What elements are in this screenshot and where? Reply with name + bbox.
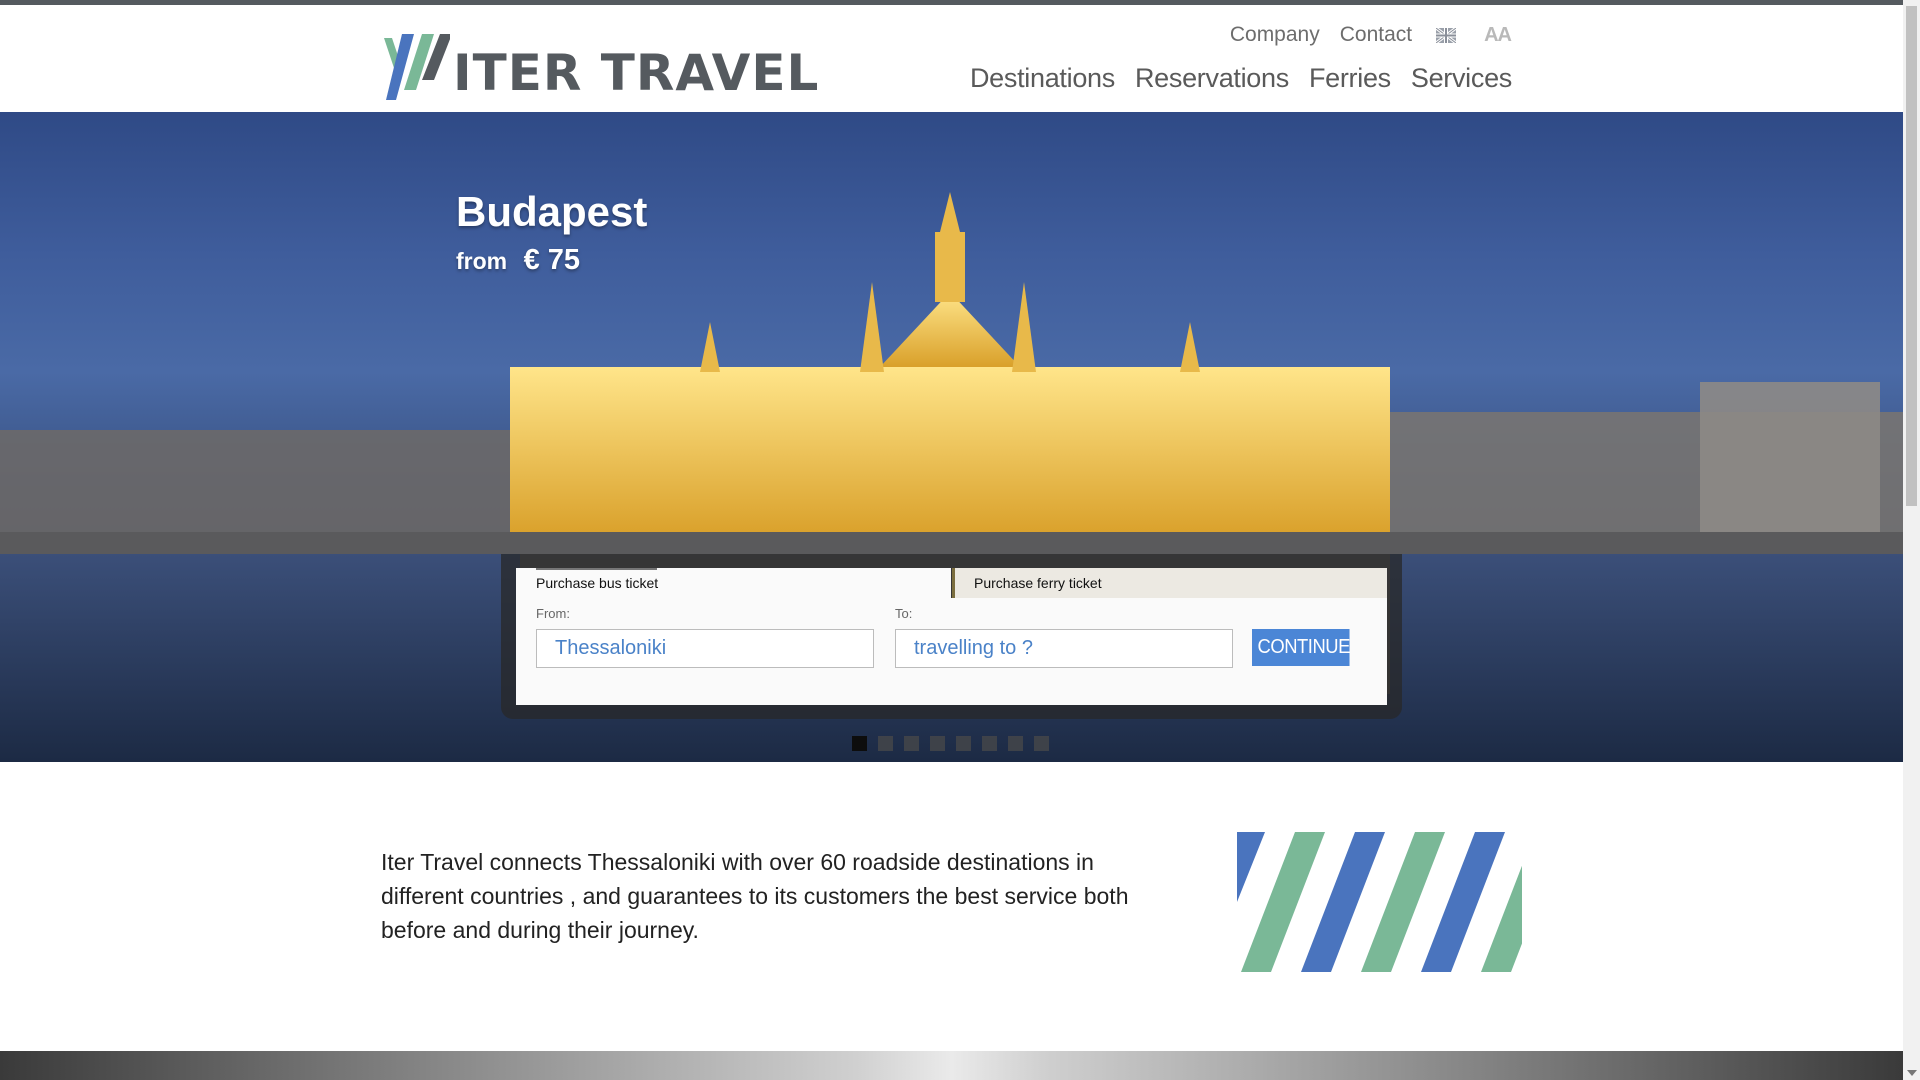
tab-ferry-ticket[interactable]: Purchase ferry ticket — [952, 568, 1387, 598]
carousel-dot[interactable] — [878, 736, 893, 751]
to-label: To: — [895, 606, 913, 621]
carousel-dot[interactable] — [904, 736, 919, 751]
contact-link[interactable]: Contact — [1340, 23, 1412, 47]
tab-ferry-label: Purchase ferry ticket — [974, 575, 1102, 591]
tab-bus-ticket[interactable]: Purchase bus ticket — [516, 568, 951, 598]
carousel-dots — [852, 736, 1060, 751]
logo-text: ITER TRAVEL — [453, 44, 820, 102]
hero-title: Budapest — [456, 188, 648, 235]
nav-destinations[interactable]: Destinations — [970, 63, 1115, 94]
hero-slider: Budapest from € 75 Purchase bus ticket P… — [0, 112, 1903, 762]
utility-nav: Company Contact AA — [1210, 23, 1512, 47]
price-amount: € 75 — [523, 244, 581, 276]
scroll-down-icon[interactable] — [1907, 1070, 1917, 1076]
from-field[interactable] — [536, 629, 874, 668]
nav-ferries[interactable]: Ferries — [1309, 63, 1391, 94]
nav-reservations[interactable]: Reservations — [1135, 63, 1289, 94]
intro-text: Iter Travel connects Thessaloniki with o… — [381, 849, 1129, 943]
scrollbar-thumb[interactable] — [1906, 6, 1917, 506]
carousel-dot[interactable] — [956, 736, 971, 751]
continue-button[interactable]: CONTINUE — [1252, 629, 1350, 666]
hero-price: from € 75 — [456, 244, 580, 277]
site-logo[interactable]: ITER TRAVEL — [380, 30, 818, 105]
booking-form: From: To: CONTINUE — [516, 598, 1387, 705]
carousel-dot[interactable] — [1034, 736, 1049, 751]
brand-stripes-graphic — [1237, 832, 1522, 972]
tab-bus-label: Purchase bus ticket — [536, 575, 659, 591]
from-label: From: — [536, 606, 570, 621]
site-header: ITER TRAVEL Company Contact AA Destinati… — [0, 5, 1903, 113]
scrollbar[interactable] — [1903, 0, 1920, 1080]
uk-flag-icon[interactable] — [1435, 26, 1458, 44]
carousel-dot[interactable] — [982, 736, 997, 751]
price-from-label: from — [456, 248, 508, 274]
to-field[interactable] — [895, 629, 1233, 668]
booking-widget: Purchase bus ticket Purchase ferry ticke… — [516, 568, 1387, 705]
font-size-icon[interactable]: AA — [1484, 24, 1512, 47]
next-section-image — [0, 1051, 1903, 1080]
nav-services[interactable]: Services — [1411, 63, 1512, 94]
main-nav: Destinations Reservations Ferries Servic… — [950, 63, 1512, 94]
logo-stripes-icon — [384, 34, 452, 100]
company-link[interactable]: Company — [1230, 23, 1320, 47]
carousel-dot[interactable] — [930, 736, 945, 751]
carousel-dot[interactable] — [1008, 736, 1023, 751]
carousel-dot[interactable] — [852, 736, 867, 751]
active-tab-indicator — [536, 568, 657, 570]
